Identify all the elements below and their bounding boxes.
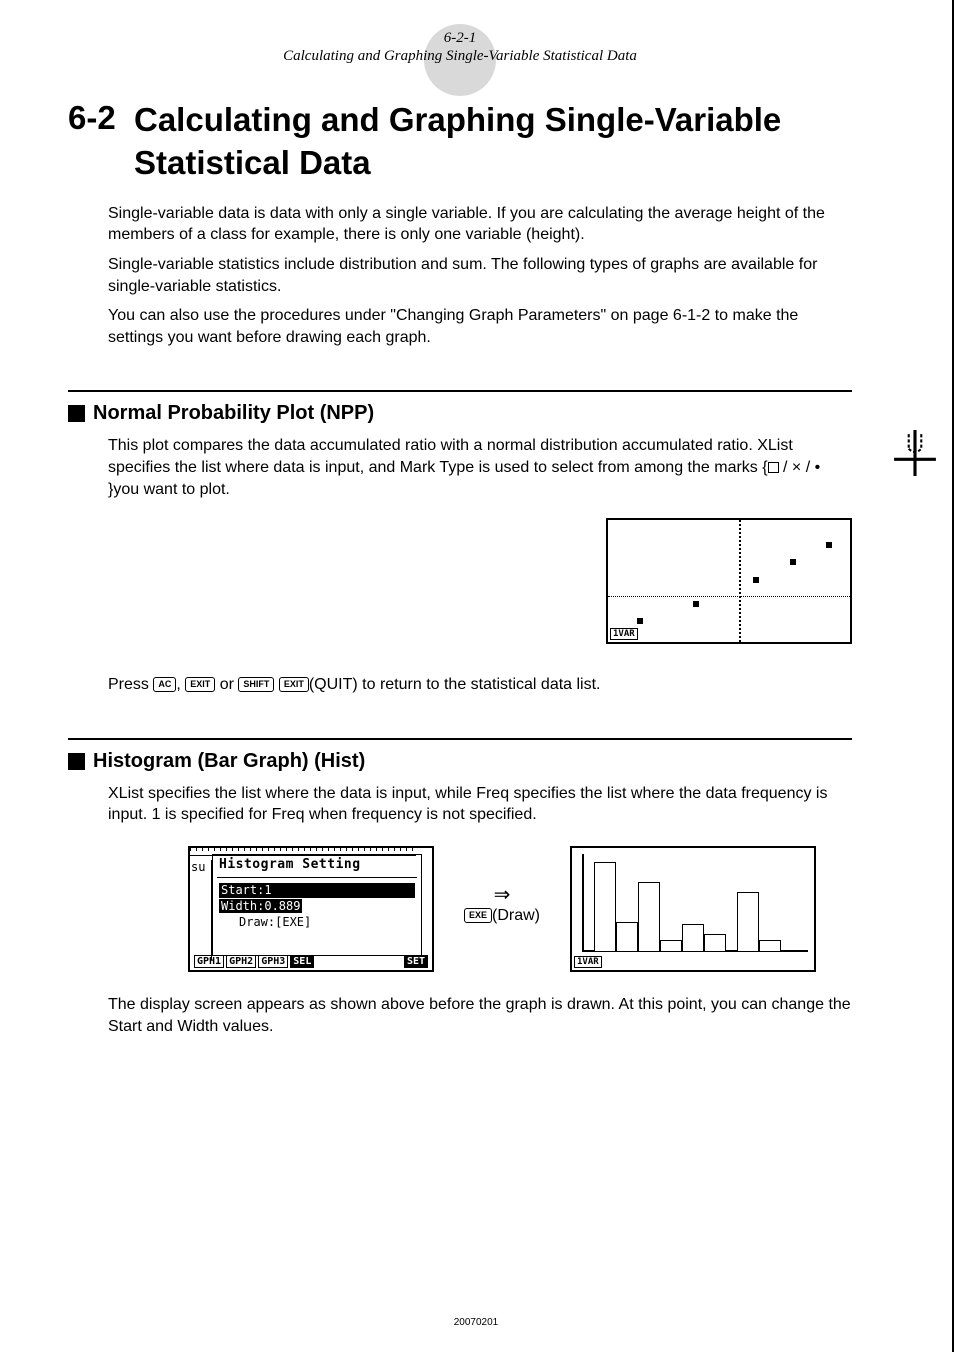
hist-bar: [704, 934, 726, 952]
hist-bar: [616, 922, 638, 952]
npp-softkey: 1VAR: [610, 628, 638, 640]
softkey-gph3: GPH3: [258, 955, 288, 968]
hist-graph-display: 1VAR: [570, 846, 816, 972]
npp-grid: [608, 520, 850, 642]
chapter-heading: 6-2 Calculating and Graphing Single-Vari…: [68, 99, 852, 185]
npp-text: This plot compares the data accumulated …: [108, 435, 852, 500]
hist-y-axis: [582, 854, 584, 952]
hist-softkeys: GPH1 GPH2 GPH3 SEL SET: [194, 955, 428, 968]
press-tail: to return to the statistical data list.: [358, 676, 601, 693]
intro-block: Single-variable data is data with only a…: [108, 203, 852, 349]
npp-body: This plot compares the data accumulated …: [108, 435, 852, 695]
npp-vaxis: [739, 520, 741, 642]
bullet-square-icon: [68, 753, 85, 770]
footer-code: 20070201: [454, 1317, 499, 1328]
key-exe: EXE: [464, 908, 492, 923]
press-sep1: ,: [176, 676, 185, 693]
key-exit-2: EXIT: [279, 677, 309, 692]
softkey-gph1: GPH1: [194, 955, 224, 968]
npp-point: [826, 542, 832, 548]
hist-graph-softkey: 1VAR: [574, 956, 602, 968]
softkey-set: SET: [404, 955, 428, 968]
key-ac: AC: [153, 677, 176, 692]
hist-setting-line2: Width:0.889: [219, 899, 302, 913]
press-prefix: Press: [108, 676, 153, 693]
npp-body-span: This plot compares the data accumulated …: [108, 437, 793, 476]
page-header: 6-2-1 Calculating and Graphing Single-Va…: [68, 30, 852, 65]
draw-label: (Draw): [492, 907, 540, 924]
section-head-hist: Histogram (Bar Graph) (Hist): [68, 738, 852, 773]
hist-setting-display: su Histogram Setting Start:1 Width:0.889…: [188, 846, 434, 972]
arrow-icon: ⇒: [464, 882, 540, 907]
hist-arrow-block: ⇒ EXE(Draw): [464, 846, 540, 925]
section-head-npp: Normal Probability Plot (NPP): [68, 390, 852, 425]
hist-post-text: The display screen appears as shown abov…: [108, 994, 852, 1037]
hist-left-fragment: su: [190, 860, 212, 960]
softkey-sel: SEL: [290, 955, 314, 968]
mark-square-icon: [768, 462, 779, 473]
intro-p3: You can also use the procedures under "C…: [108, 305, 852, 348]
npp-point: [753, 577, 759, 583]
hist-bar: [737, 892, 759, 952]
key-exit: EXIT: [185, 677, 215, 692]
hist-bar: [682, 924, 704, 952]
hist-bar: [660, 940, 682, 952]
npp-display: 1VAR: [606, 518, 852, 644]
npp-point: [637, 618, 643, 624]
hist-inner-box: Histogram Setting Start:1 Width:0.889 Dr…: [212, 854, 422, 956]
npp-press-line: Press AC, EXIT or SHIFT EXIT(QUIT) to re…: [108, 674, 852, 696]
npp-title: Normal Probability Plot (NPP): [93, 402, 374, 425]
hist-bar: [594, 862, 616, 952]
npp-haxis: [608, 596, 850, 597]
press-sep2: or: [215, 676, 238, 693]
npp-point: [790, 559, 796, 565]
hist-text: XList specifies the list where the data …: [108, 783, 852, 826]
softkey-gph2: GPH2: [226, 955, 256, 968]
hist-setting-divider: [217, 877, 417, 878]
hist-body: XList specifies the list where the data …: [108, 783, 852, 1037]
hist-row: su Histogram Setting Start:1 Width:0.889…: [188, 846, 852, 972]
hist-bar: [759, 940, 781, 952]
page-number: 6-2-1: [68, 30, 852, 47]
press-quit: (QUIT): [309, 676, 358, 693]
npp-point: [693, 601, 699, 607]
intro-p2: Single-variable statistics include distr…: [108, 254, 852, 297]
hist-setting-line3: Draw:[EXE]: [239, 915, 311, 929]
hist-setting-line1: Start:1: [219, 883, 415, 898]
chapter-title: Calculating and Graphing Single-Variable…: [134, 99, 852, 185]
hist-bar: [638, 882, 660, 952]
hist-title: Histogram (Bar Graph) (Hist): [93, 750, 365, 773]
crosshair-icon: [894, 430, 936, 476]
key-shift: SHIFT: [238, 677, 274, 692]
hist-setting-title: Histogram Setting: [219, 857, 361, 872]
intro-p1: Single-variable data is data with only a…: [108, 203, 852, 246]
chapter-number: 6-2: [68, 99, 134, 185]
bullet-square-icon: [68, 405, 85, 422]
page-subtitle: Calculating and Graphing Single-Variable…: [68, 48, 852, 65]
